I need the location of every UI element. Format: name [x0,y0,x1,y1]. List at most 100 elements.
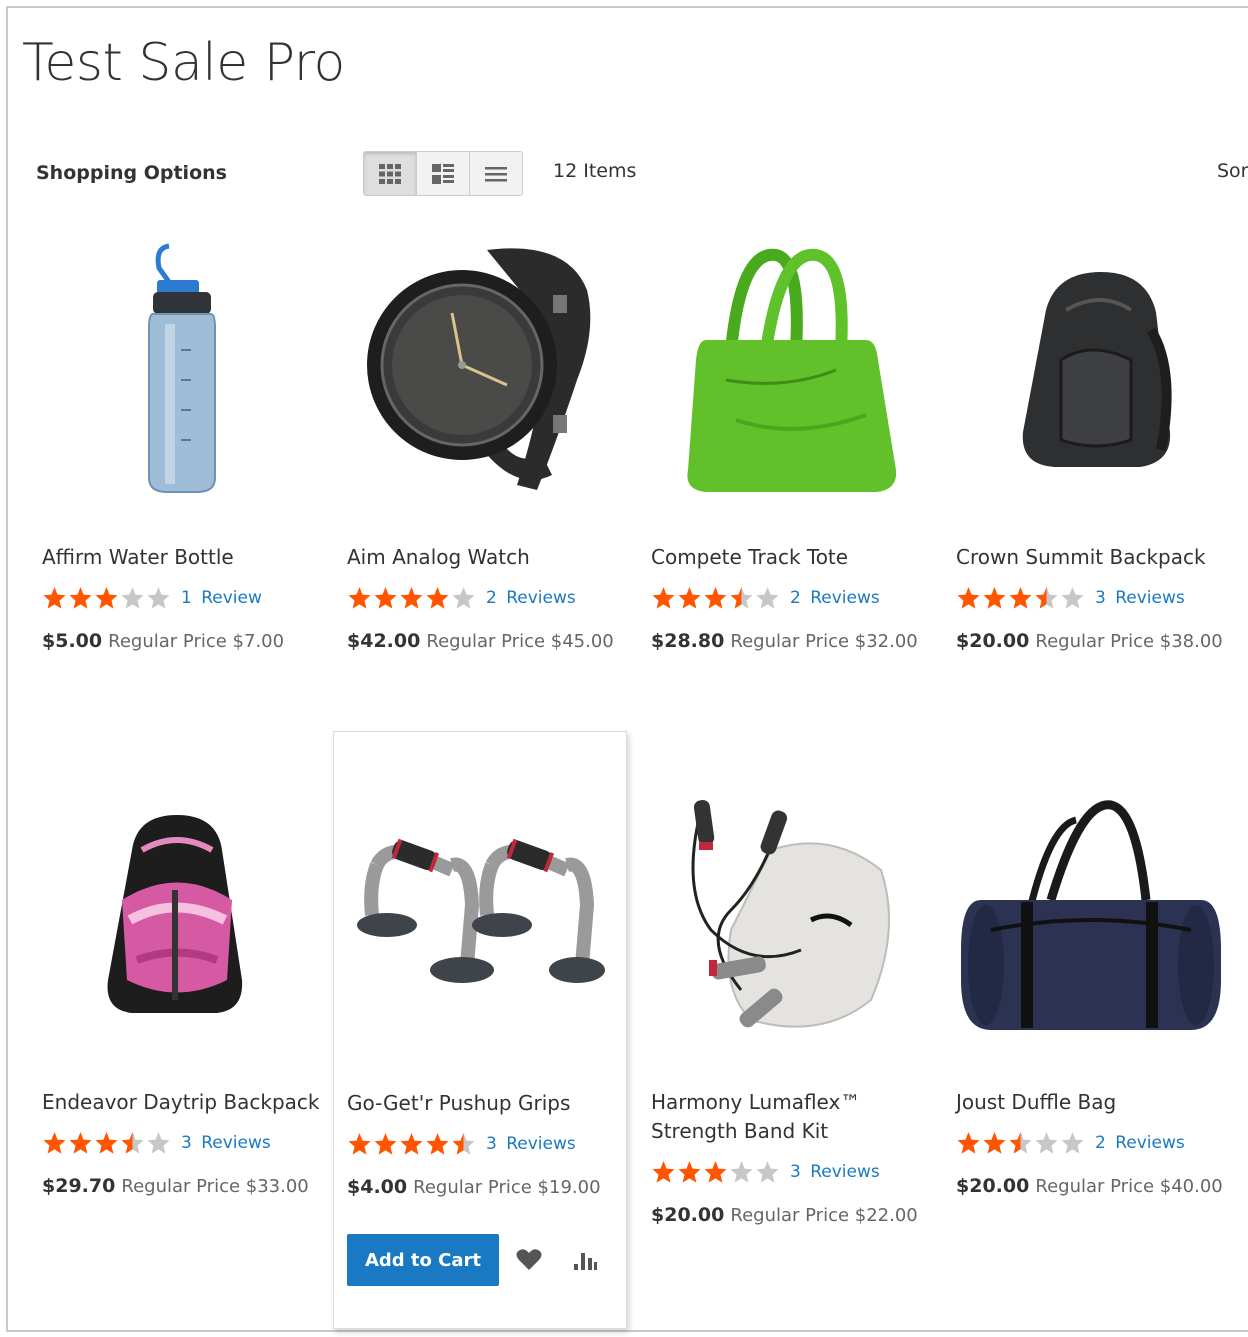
grid-mode-button[interactable] [364,152,417,195]
reviews-link[interactable]: 2 Reviews [790,588,880,608]
special-price: $20.00 [651,1204,725,1226]
product-image[interactable] [638,225,933,515]
star-filled-icon [704,1161,727,1183]
reviews-link[interactable]: 3 Reviews [486,1134,576,1154]
star-filled-icon [348,587,371,609]
product-card[interactable]: Endeavor Daytrip Backpack 3 Reviews $29.… [29,770,324,1220]
grid-list-icon [432,163,454,184]
grid-list-mode-button[interactable] [417,152,470,195]
product-image[interactable] [943,225,1238,515]
reviews-link[interactable]: 2 Reviews [1095,1133,1185,1153]
star-filled-icon [983,587,1006,609]
special-price: $5.00 [42,630,103,652]
pink-backpack-image [107,815,242,1013]
water-bottle-image [147,243,216,493]
product-name-link[interactable]: Crown Summit Backpack [956,543,1223,572]
rating-summary: 1 Review [42,584,284,612]
old-price: Regular Price $32.00 [730,631,918,652]
reviews-link[interactable]: 3 Reviews [790,1162,880,1182]
star-half-icon [1009,1132,1032,1154]
add-to-cart-button[interactable]: Add to Cart [347,1234,499,1286]
star-filled-icon [95,587,118,609]
product-image[interactable] [29,770,324,1060]
star-empty-icon [730,1161,753,1183]
product-card[interactable]: Joust Duffle Bag 2 Reviews $20.00 Regula… [943,770,1238,1220]
product-image[interactable] [29,225,324,515]
star-filled-icon [652,1161,675,1183]
star-filled-icon [400,587,423,609]
price-box: $20.00 Regular Price $40.00 [956,1175,1223,1197]
watch-image [366,248,590,490]
product-name-link[interactable]: Aim Analog Watch [347,543,614,572]
star-filled-icon [69,1132,92,1154]
price-box: $20.00 Regular Price $38.00 [956,630,1223,652]
product-card[interactable]: Compete Track Tote 2 Reviews $28.80 Regu… [638,225,933,675]
product-image[interactable] [638,770,933,1060]
rating-stars [347,1132,476,1156]
sorter-label[interactable]: Sor [1217,160,1248,182]
rating-summary: 2 Reviews [956,1129,1223,1157]
star-filled-icon [983,1132,1006,1154]
product-card[interactable]: Affirm Water Bottle 1 Review $5.00 Regul… [29,225,324,675]
rating-summary: 3 Reviews [651,1158,918,1186]
heart-icon[interactable] [511,1242,547,1278]
star-filled-icon [348,1133,371,1155]
old-price: Regular Price $33.00 [121,1176,309,1197]
product-card[interactable]: Harmony Lumaflex™ Strength Band Kit 3 Re… [638,770,933,1250]
star-half-icon [452,1133,475,1155]
rating-stars [42,586,171,610]
reviews-link[interactable]: 3 Reviews [1095,588,1185,608]
list-mode-button[interactable] [470,152,522,195]
special-price: $20.00 [956,630,1030,652]
product-image[interactable] [334,770,629,1060]
product-image[interactable] [943,770,1238,1060]
star-filled-icon [957,1132,980,1154]
star-empty-icon [756,587,779,609]
product-card[interactable]: Aim Analog Watch 2 Reviews $42.00 Regula… [334,225,629,675]
backpack-image [1022,272,1172,467]
product-name-link[interactable]: Compete Track Tote [651,543,918,572]
price-box: $28.80 Regular Price $32.00 [651,630,918,652]
product-name-link[interactable]: Go-Get'r Pushup Grips [347,1089,603,1118]
reviews-link[interactable]: 3 Reviews [181,1133,271,1153]
old-price: Regular Price $19.00 [413,1177,601,1198]
product-name-link[interactable]: Joust Duffle Bag [956,1088,1223,1117]
rating-stars [651,1160,780,1184]
star-filled-icon [678,587,701,609]
special-price: $28.80 [651,630,725,652]
shopping-options-toggle[interactable]: Shopping Options [36,162,227,184]
star-filled-icon [374,587,397,609]
star-empty-icon [756,1161,779,1183]
star-filled-icon [704,587,727,609]
rating-stars [651,586,780,610]
product-name-link[interactable]: Harmony Lumaflex™ Strength Band Kit [651,1088,918,1146]
product-name-link[interactable]: Endeavor Daytrip Backpack [42,1088,319,1117]
rating-summary: 3 Reviews [42,1129,319,1157]
product-card[interactable]: Crown Summit Backpack 3 Reviews $20.00 R… [943,225,1238,675]
star-filled-icon [69,587,92,609]
reviews-link[interactable]: 1 Review [181,588,262,608]
product-name-line2: Strength Band Kit [651,1119,829,1143]
rating-stars [347,586,476,610]
star-empty-icon [1035,1132,1058,1154]
star-empty-icon [1061,587,1084,609]
star-empty-icon [452,587,475,609]
product-image[interactable] [334,225,629,515]
star-filled-icon [43,1132,66,1154]
reviews-link[interactable]: 2 Reviews [486,588,576,608]
price-box: $29.70 Regular Price $33.00 [42,1175,319,1197]
tote-bag-image [686,248,896,492]
product-card-hovered[interactable]: Go-Get'r Pushup Grips 3 Reviews $4.00 Re… [333,731,627,1329]
rating-summary: 3 Reviews [956,584,1223,612]
star-filled-icon [43,587,66,609]
star-filled-icon [400,1133,423,1155]
old-price: Regular Price $45.00 [426,631,614,652]
compare-icon[interactable] [567,1242,603,1278]
old-price: Regular Price $40.00 [1035,1176,1223,1197]
rating-summary: 2 Reviews [347,584,614,612]
list-icon [485,166,507,181]
star-empty-icon [147,1132,170,1154]
product-name-link[interactable]: Affirm Water Bottle [42,543,284,572]
special-price: $20.00 [956,1175,1030,1197]
product-actions: Add to Cart [347,1234,603,1286]
